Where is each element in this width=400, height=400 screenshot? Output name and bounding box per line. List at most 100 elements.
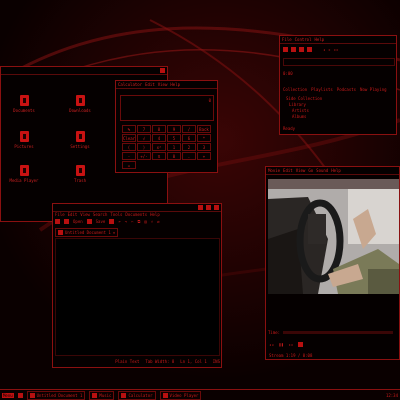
undo-icon[interactable]: ↶: [118, 219, 120, 224]
paste-icon[interactable]: ▤: [144, 219, 146, 224]
pause-icon[interactable]: ❚❚: [279, 342, 284, 347]
calc-key[interactable]: 0: [167, 152, 181, 160]
play-icon[interactable]: ▸: [328, 47, 330, 52]
calc-key[interactable]: (: [122, 143, 136, 151]
next-icon[interactable]: ▸▸: [289, 342, 294, 347]
maximize-icon[interactable]: [206, 205, 211, 210]
calc-key[interactable]: +/-: [137, 152, 151, 160]
calc-key[interactable]: 1: [167, 143, 181, 151]
calc-key[interactable]: √: [137, 134, 151, 142]
tab-playlists[interactable]: Playlists: [311, 87, 333, 92]
find-icon[interactable]: ⌕: [151, 219, 153, 224]
close-icon[interactable]: [214, 205, 219, 210]
menu-movie[interactable]: Movie: [268, 168, 280, 173]
minimize-icon[interactable]: [198, 205, 203, 210]
menu-help[interactable]: Help: [150, 212, 160, 217]
video-frame[interactable]: [268, 179, 399, 294]
task-editor[interactable]: Untitled Document 1: [26, 390, 86, 400]
calc-key[interactable]: 4: [152, 134, 166, 142]
print-icon[interactable]: [109, 219, 115, 224]
menu-tools[interactable]: Tools: [110, 212, 122, 217]
menu-edit[interactable]: Edit: [68, 212, 78, 217]
calc-key[interactable]: Clear: [122, 134, 136, 142]
calc-key[interactable]: +: [197, 152, 211, 160]
repeat-icon[interactable]: [307, 47, 312, 52]
time-label: Time:: [268, 330, 281, 335]
app-launcher-icon[interactable]: [17, 392, 23, 398]
calc-key[interactable]: 2: [182, 143, 196, 151]
calc-key[interactable]: ): [137, 143, 151, 151]
menu-view[interactable]: View: [296, 168, 306, 173]
seek-slider[interactable]: [283, 331, 394, 334]
calc-key[interactable]: π: [152, 152, 166, 160]
close-tab-icon[interactable]: ✕: [113, 230, 115, 235]
open-icon[interactable]: [64, 219, 69, 224]
replace-icon[interactable]: ⇄: [157, 219, 159, 224]
icon-downloads[interactable]: Downloads: [63, 95, 97, 113]
editor-textarea[interactable]: [55, 238, 220, 356]
menu-go[interactable]: Go: [308, 168, 313, 173]
tab-collection[interactable]: Collection: [283, 87, 307, 92]
folder-icon: [19, 95, 29, 106]
tree-item[interactable]: Albums: [286, 114, 322, 120]
menu-control[interactable]: Control: [295, 37, 312, 42]
editor-tab[interactable]: Untitled Document 1 ✕: [55, 228, 119, 237]
shuffle-icon[interactable]: [299, 47, 304, 52]
calc-key[interactable]: 8: [152, 125, 166, 133]
icon-documents[interactable]: Documents: [7, 95, 41, 113]
calc-key[interactable]: 3: [197, 143, 211, 151]
remove-icon[interactable]: [291, 47, 296, 52]
calc-key[interactable]: =: [122, 161, 136, 169]
seek-bar[interactable]: [283, 58, 395, 66]
menu-search[interactable]: Search: [93, 212, 107, 217]
menu-file[interactable]: File: [282, 37, 292, 42]
calc-key[interactable]: -: [122, 152, 136, 160]
menu-view[interactable]: View: [158, 82, 168, 87]
close-icon[interactable]: [160, 68, 165, 73]
next-icon[interactable]: ▸▸: [334, 47, 339, 52]
calc-key[interactable]: x²: [152, 143, 166, 151]
status-tab-width[interactable]: Tab Width: 8: [145, 359, 174, 364]
save-button[interactable]: Save: [96, 219, 106, 224]
calc-key[interactable]: 7: [137, 125, 151, 133]
menu-button[interactable]: Menu: [2, 392, 14, 398]
menu-sound[interactable]: Sound: [316, 168, 328, 173]
menu-view[interactable]: View: [80, 212, 90, 217]
task-video[interactable]: Video Player: [159, 390, 202, 400]
task-music[interactable]: Music: [89, 390, 115, 400]
icon-settings[interactable]: Settings: [63, 131, 97, 149]
menu-documents[interactable]: Documents: [125, 212, 147, 217]
menu-help[interactable]: Help: [331, 168, 341, 173]
redo-icon[interactable]: ↷: [125, 219, 127, 224]
save-icon[interactable]: [86, 219, 92, 224]
task-calculator[interactable]: Calculator: [118, 390, 156, 400]
icon-media-player[interactable]: Media Player: [7, 165, 41, 183]
status-language[interactable]: Plain Text: [115, 359, 139, 364]
calc-key[interactable]: 9: [167, 125, 181, 133]
menu-edit[interactable]: Edit: [145, 82, 155, 87]
calc-key[interactable]: 6: [182, 134, 196, 142]
calc-key[interactable]: %: [122, 125, 136, 133]
prev-icon[interactable]: ◂: [323, 47, 325, 52]
tab-now-playing[interactable]: Now Playing: [360, 87, 387, 92]
tab-podcasts[interactable]: Podcasts: [337, 87, 356, 92]
music-menubar: File Control Help: [280, 36, 396, 44]
icon-trash[interactable]: Trash: [63, 165, 97, 183]
cut-icon[interactable]: ✂: [131, 219, 133, 224]
menu-help[interactable]: Help: [315, 37, 325, 42]
prev-icon[interactable]: ◂◂: [269, 342, 274, 347]
menu-help[interactable]: Help: [170, 82, 180, 87]
menu-edit[interactable]: Edit: [283, 168, 293, 173]
calc-key[interactable]: Back: [197, 125, 211, 133]
new-icon[interactable]: [55, 219, 60, 224]
calc-key[interactable]: 5: [167, 134, 181, 142]
menu-file[interactable]: File: [55, 212, 65, 217]
calc-key[interactable]: *: [197, 134, 211, 142]
copy-icon[interactable]: ⧉: [138, 219, 141, 224]
calc-key[interactable]: /: [182, 125, 196, 133]
calc-key[interactable]: .: [182, 152, 196, 160]
volume-icon[interactable]: [298, 342, 304, 347]
add-icon[interactable]: [283, 47, 288, 52]
icon-pictures[interactable]: Pictures: [7, 131, 41, 149]
open-button[interactable]: Open: [73, 219, 83, 224]
